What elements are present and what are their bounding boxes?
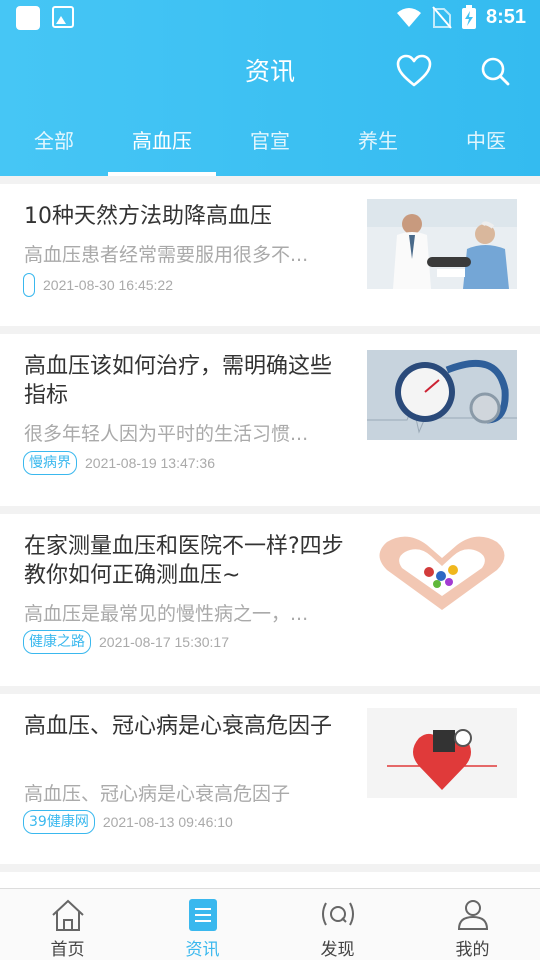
news-icon	[188, 899, 217, 931]
article-summary: 高血压是最常见的慢性病之一，...	[24, 603, 309, 625]
tab-all[interactable]: 全部	[0, 118, 108, 176]
heart-monitor-image	[367, 708, 517, 798]
nav-news[interactable]: 资讯	[135, 889, 270, 960]
article-title: 10种天然方法助降高血压	[24, 204, 272, 229]
article-summary: 高血压患者经常需要服用很多不...	[24, 244, 309, 266]
bottom-navigation: 首页 资讯 发现 我的	[0, 888, 540, 960]
notification-icon	[16, 6, 40, 30]
status-time: 8:51	[485, 5, 526, 28]
article-title: 高血压该如何治疗，需明确这些指标	[24, 354, 333, 408]
tab-wellness[interactable]: 养生	[324, 118, 432, 176]
tab-tcm[interactable]: 中医	[432, 118, 540, 176]
doctor-patient-image	[367, 199, 517, 289]
article-summary: 高血压、冠心病是心衰高危因子	[24, 783, 291, 805]
gallery-notification-icon	[52, 6, 74, 28]
article-date: 2021-08-30 16:45:22	[43, 277, 173, 293]
home-icon	[51, 899, 84, 931]
tab-label: 全部	[34, 129, 74, 153]
battery-charging-icon	[461, 5, 476, 29]
tab-label: 官宣	[250, 129, 290, 153]
active-tab-indicator	[108, 172, 216, 176]
nav-label: 首页	[50, 940, 85, 960]
nav-discover[interactable]: 发现	[270, 889, 405, 960]
nav-profile[interactable]: 我的	[405, 889, 540, 960]
article-date: 2021-08-13 09:46:10	[102, 814, 233, 830]
article-source-tag	[23, 273, 35, 297]
article-card[interactable]: 在家测量血压和医院不一样?四步教你如何正确测血压~ 高血压是最常见的慢性病之一，…	[0, 514, 540, 686]
article-source-tag: 健康之路	[23, 630, 91, 654]
nav-label: 发现	[320, 940, 355, 960]
stethoscope-image	[367, 350, 517, 440]
favorite-heart-icon[interactable]	[396, 54, 432, 88]
tab-label: 高血压	[132, 129, 192, 153]
app-header: 8:51 资讯 全部 高血压 官宣 养生 中医	[0, 0, 540, 176]
tab-hypertension[interactable]: 高血压	[108, 118, 216, 176]
status-bar: 8:51	[0, 0, 540, 38]
profile-icon	[457, 900, 488, 930]
no-sim-icon	[432, 6, 452, 29]
article-source-tag: 39健康网	[23, 810, 95, 834]
article-summary: 很多年轻人因为平时的生活习惯...	[24, 423, 309, 445]
article-title: 高血压、冠心病是心衰高危因子	[24, 714, 333, 739]
page-title: 资讯	[244, 57, 295, 86]
article-card[interactable]: 10种天然方法助降高血压 高血压患者经常需要服用很多不... 2021-08-3…	[0, 184, 540, 326]
article-card[interactable]: 高血压该如何治疗，需明确这些指标 很多年轻人因为平时的生活习惯... 慢病界 2…	[0, 334, 540, 506]
tab-label: 养生	[358, 129, 398, 153]
article-date: 2021-08-19 13:47:36	[85, 455, 215, 471]
article-card[interactable]: 高血压、冠心病是心衰高危因子 高血压、冠心病是心衰高危因子 39健康网 2021…	[0, 694, 540, 864]
article-title: 在家测量血压和医院不一样?四步教你如何正确测血压~	[24, 534, 344, 588]
search-icon[interactable]	[478, 54, 512, 88]
discover-icon	[321, 902, 354, 926]
article-source-tag: 慢病界	[23, 451, 77, 475]
article-date: 2021-08-17 15:30:17	[99, 634, 229, 650]
wifi-icon	[396, 8, 421, 27]
category-tabs: 全部 高血压 官宣 养生 中医	[0, 118, 540, 176]
nav-label: 资讯	[185, 940, 220, 960]
nav-label: 我的	[455, 940, 490, 960]
tab-official[interactable]: 官宣	[216, 118, 324, 176]
heart-hands-image	[367, 530, 517, 620]
nav-home[interactable]: 首页	[0, 889, 135, 960]
tab-label: 中医	[466, 129, 506, 153]
